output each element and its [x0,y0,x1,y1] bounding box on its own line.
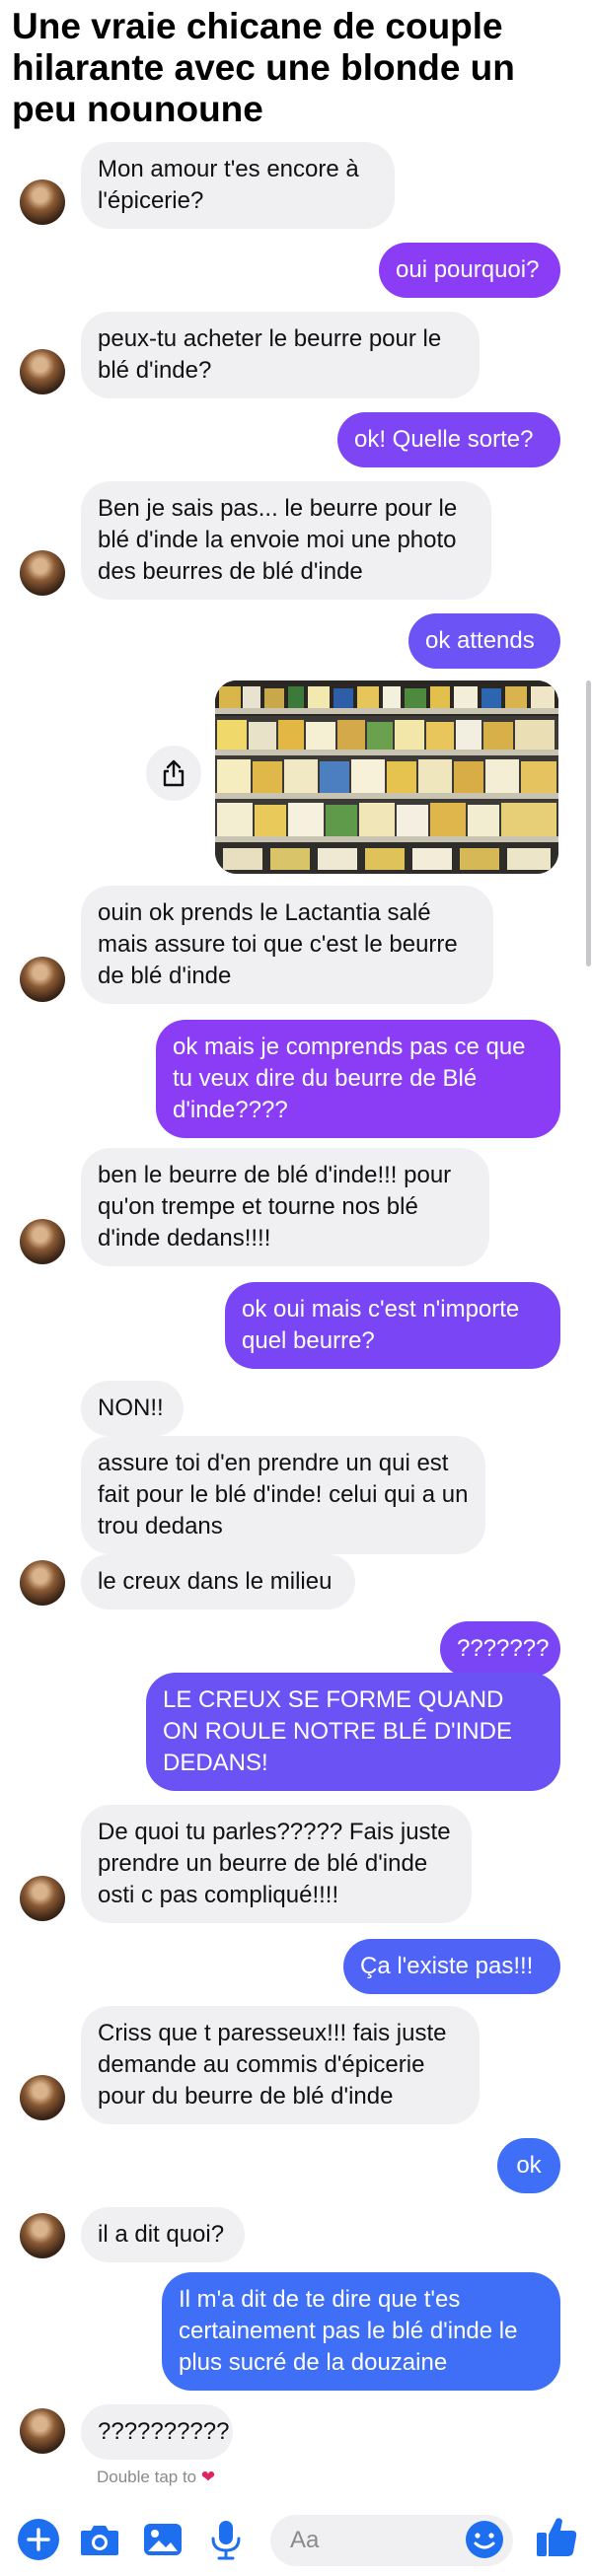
incoming-message[interactable]: ouin ok prends le Lactantia salé mais as… [81,886,493,1004]
plus-icon[interactable] [16,2517,61,2562]
shared-photo-butter-shelf[interactable] [215,680,558,874]
contact-avatar[interactable] [20,550,65,596]
double-tap-hint: Double tap to ❤ [97,2468,215,2487]
incoming-message[interactable]: Ben je sais pas... le beurre pour le blé… [81,481,491,600]
contact-avatar[interactable] [20,2213,65,2258]
heart-icon: ❤ [200,2468,216,2486]
incoming-message[interactable]: NON!! [81,1381,184,1436]
outgoing-message[interactable]: LE CREUX SE FORME QUAND ON ROULE NOTRE B… [146,1673,560,1791]
outgoing-message[interactable]: ok! Quelle sorte? [337,412,560,467]
share-icon [163,759,185,787]
incoming-message[interactable]: ben le beurre de blé d'inde!!! pour qu'o… [81,1148,489,1266]
thumbs-up-icon[interactable] [533,2513,580,2560]
incoming-message[interactable]: ?????????? [81,2404,233,2460]
contact-avatar[interactable] [20,2408,65,2454]
outgoing-message[interactable]: ??????? [440,1621,560,1677]
double-tap-text: Double tap to [97,2468,197,2486]
contact-avatar[interactable] [20,349,65,394]
contact-avatar[interactable] [20,179,65,225]
incoming-message[interactable]: assure toi d'en prendre un qui est fait … [81,1436,485,1554]
contact-avatar[interactable] [20,1219,65,1264]
image-icon[interactable] [140,2517,185,2562]
scrollbar[interactable] [586,680,591,966]
outgoing-message[interactable]: Ça l'existe pas!!! [343,1939,560,1994]
outgoing-message[interactable]: Il m'a dit de te dire que t'es certainem… [162,2272,560,2391]
contact-avatar[interactable] [20,2075,65,2120]
contact-avatar[interactable] [20,1560,65,1606]
outgoing-message[interactable]: ok mais je comprends pas ce que tu veux … [156,1020,560,1138]
incoming-message[interactable]: Criss que t paresseux!!! fais juste dema… [81,2006,480,2124]
incoming-message[interactable]: De quoi tu parles????? Fais juste prendr… [81,1805,472,1923]
message-composer: Aa [0,2505,592,2576]
outgoing-message[interactable]: ok [497,2138,560,2193]
message-input-placeholder: Aa [290,2527,320,2553]
incoming-message[interactable]: peux-tu acheter le beurre pour le blé d'… [81,312,480,398]
post-headline: Une vraie chicane de couple hilarante av… [12,6,515,129]
outgoing-message[interactable]: oui pourquoi? [379,243,560,298]
contact-avatar[interactable] [20,957,65,1002]
incoming-message[interactable]: Mon amour t'es encore à l'épicerie? [81,142,395,229]
incoming-message[interactable]: le creux dans le milieu [81,1554,355,1610]
share-button[interactable] [146,746,201,801]
outgoing-message[interactable]: ok attends [408,613,560,669]
microphone-icon[interactable] [203,2517,249,2562]
photo-image [215,680,558,874]
outgoing-message[interactable]: ok oui mais c'est n'importe quel beurre? [225,1282,560,1369]
emoji-icon[interactable] [464,2519,505,2560]
incoming-message[interactable]: il a dit quoi? [81,2207,245,2262]
contact-avatar[interactable] [20,1876,65,1921]
camera-icon[interactable] [77,2517,122,2562]
